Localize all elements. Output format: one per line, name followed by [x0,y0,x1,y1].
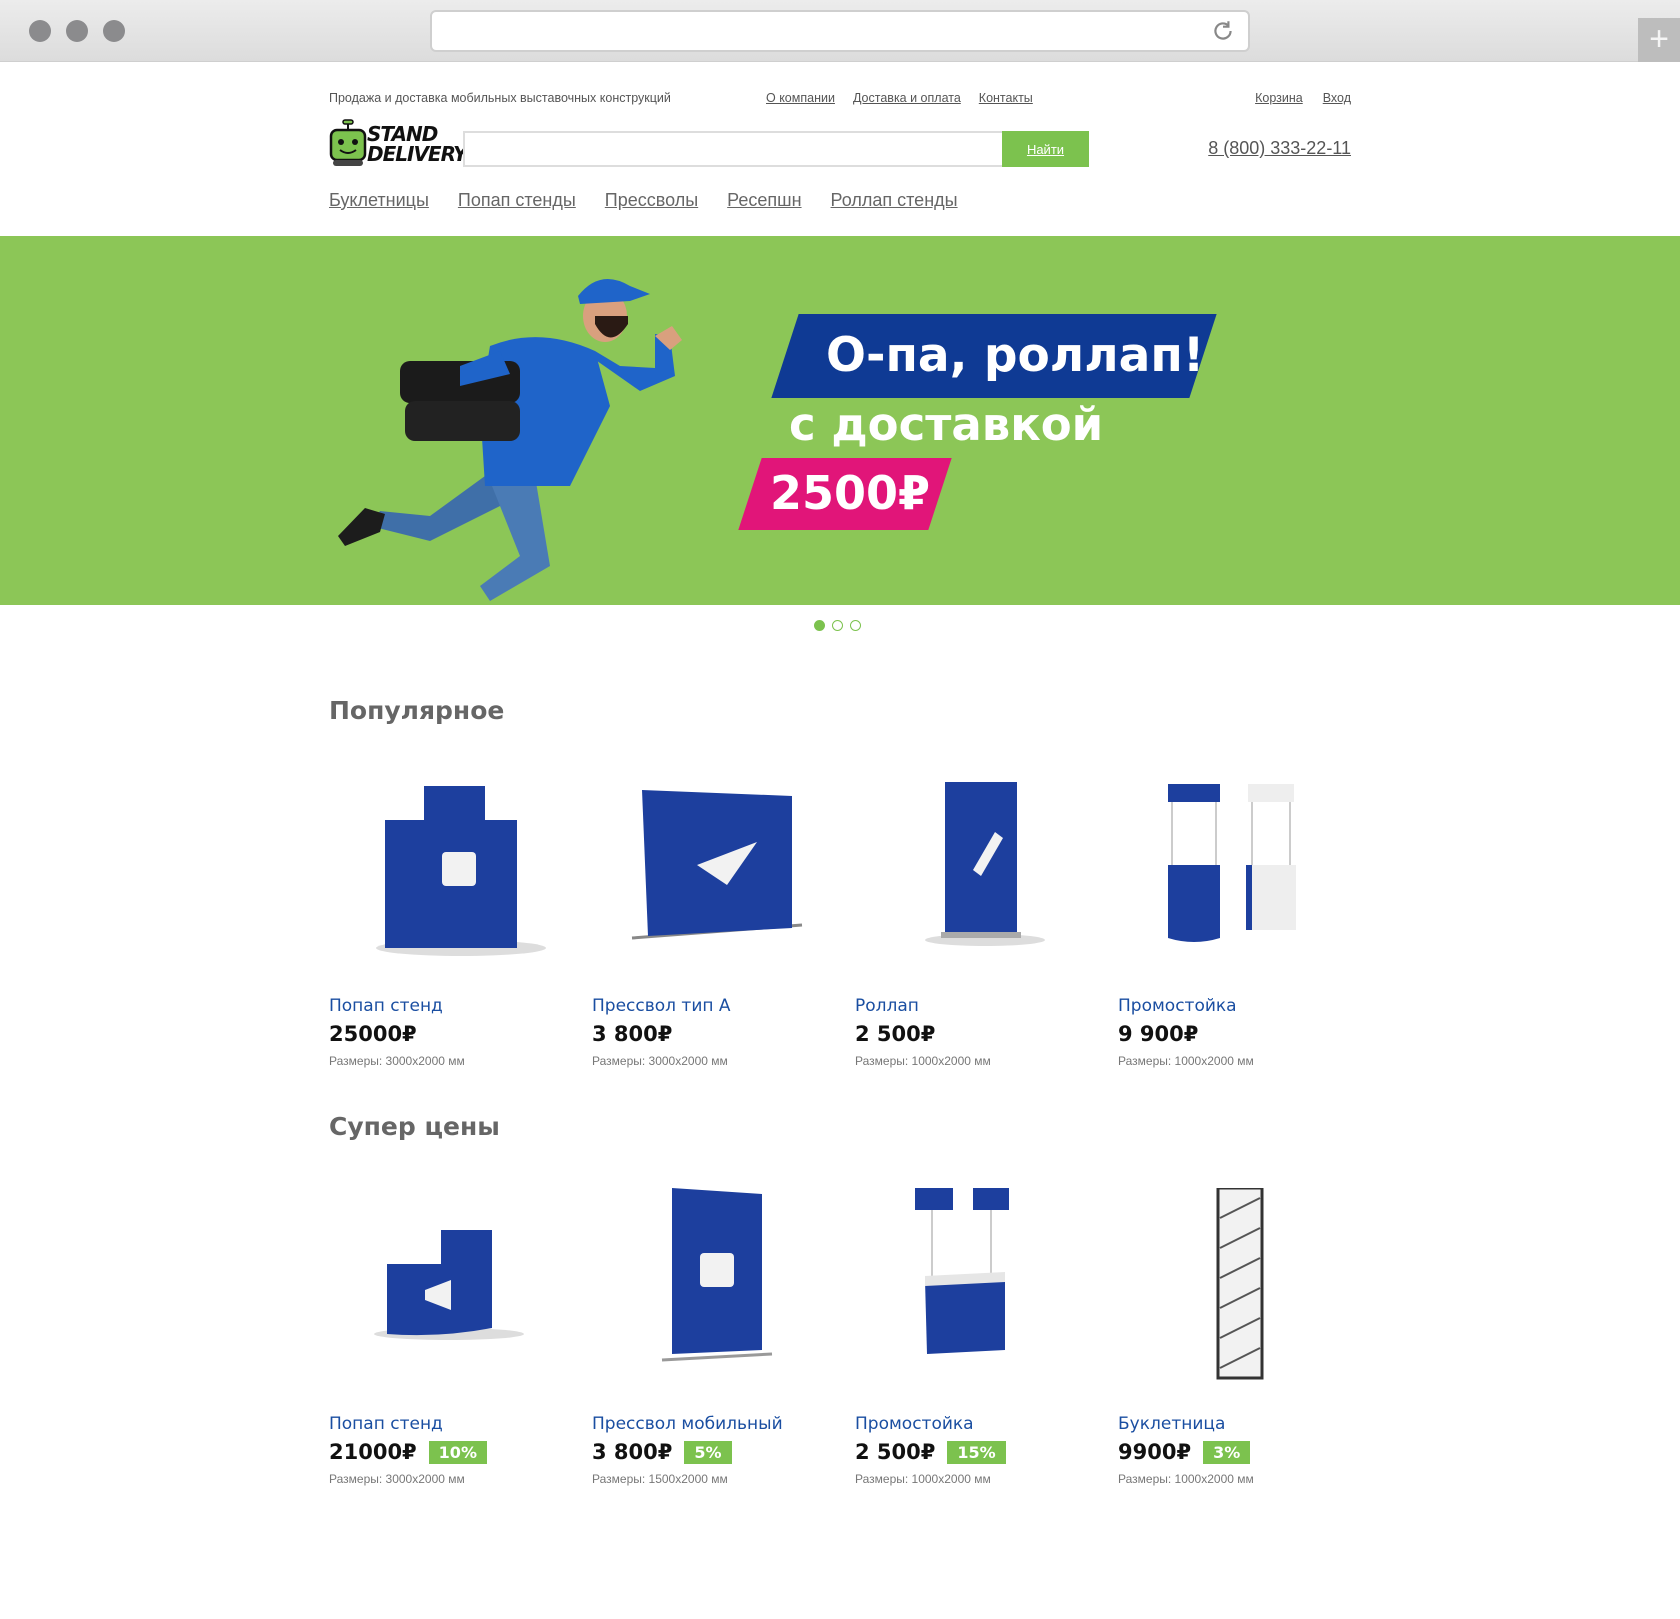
slider-pagination [814,620,861,631]
product-price: 3 800₽ [592,1440,673,1464]
site-tagline: Продажа и доставка мобильных выставочных… [329,91,671,105]
window-maximize-dot[interactable] [103,20,125,42]
search-form: Найти [463,131,1089,167]
slider-dot-3[interactable] [850,620,861,631]
product-name[interactable]: Буклетница [1118,1414,1381,1434]
product-dimensions: Размеры: 1000х2000 мм [855,1054,991,1068]
product-price: 21000₽ [329,1440,417,1464]
product-card[interactable]: Прессвол мобильный 3 800₽ 5% Размеры: 15… [592,1188,855,1486]
product-image[interactable] [329,1188,592,1388]
cube-icon [700,1253,734,1287]
search-input[interactable] [463,131,1002,167]
phone-link[interactable]: 8 (800) 333-22-11 [1208,138,1351,159]
category-link-rollup[interactable]: Роллап стенды [831,190,958,211]
hero-banner[interactable]: О-па, роллап! с доставкой 2500₽ [0,236,1680,605]
address-bar[interactable] [430,10,1250,52]
category-link-booklet[interactable]: Буклетницы [329,190,429,211]
product-card[interactable]: Роллап 2 500₽ Размеры: 1000х2000 мм [855,770,1118,1068]
product-card[interactable]: Промостойка 2 500₽ 15% Размеры: 1000х200… [855,1188,1118,1486]
logo-text-delivery: DELIVERY [367,142,468,166]
user-nav: Корзина Вход [1255,91,1351,105]
super-grid: Попап стенд 21000₽ 10% Размеры: 3000х200… [329,1186,1369,1486]
product-image[interactable] [329,770,592,970]
product-dimensions: Размеры: 3000х2000 мм [592,1054,728,1068]
product-image[interactable] [1118,1186,1381,1388]
product-dimensions: Размеры: 3000х2000 мм [329,1054,465,1068]
slider-dot-2[interactable] [832,620,843,631]
product-dimensions: Размеры: 1000х2000 мм [855,1472,991,1486]
product-price: 9 900₽ [1118,1022,1199,1046]
cart-link[interactable]: Корзина [1255,91,1303,105]
product-image[interactable] [592,1188,855,1388]
product-price: 25000₽ [329,1022,417,1046]
category-link-presswall[interactable]: Прессволы [605,190,698,211]
section-title-popular: Популярное [329,696,505,725]
window-minimize-dot[interactable] [66,20,88,42]
hero-subline: с доставкой [789,398,1104,451]
reload-icon[interactable] [1210,18,1236,44]
product-card[interactable]: Промостойка 9 900₽ Размеры: 1000х2000 мм [1118,770,1381,1068]
logo-text-stand: STAND [367,122,438,146]
product-price: 2 500₽ [855,1022,936,1046]
courier-runner-illustration [338,278,682,601]
top-link-delivery[interactable]: Доставка и оплата [853,91,961,105]
promo-counter-icon [915,1188,1009,1354]
new-tab-button[interactable]: + [1638,18,1680,62]
popular-grid: Попап стенд 25000₽ Размеры: 3000х2000 мм… [329,770,1369,1068]
product-card[interactable]: Попап стенд 21000₽ 10% Размеры: 3000х200… [329,1188,592,1486]
top-link-about[interactable]: О компании [766,91,835,105]
product-name[interactable]: Попап стенд [329,996,592,1016]
product-card[interactable]: Попап стенд 25000₽ Размеры: 3000х2000 мм [329,770,592,1068]
product-price: 2 500₽ [855,1440,936,1464]
cube-icon [442,852,476,886]
hero-price: 2500₽ [770,466,931,520]
product-name[interactable]: Промостойка [855,1414,1118,1434]
discount-badge: 10% [428,1440,487,1464]
product-card[interactable]: Прессвол тип А 3 800₽ Размеры: 3000х2000… [592,770,855,1068]
category-link-reception[interactable]: Ресепшн [727,190,801,211]
login-link[interactable]: Вход [1323,91,1351,105]
product-image[interactable] [1118,770,1381,970]
category-nav: Буклетницы Попап стенды Прессволы Ресепш… [329,190,958,211]
product-image[interactable] [855,1188,1118,1388]
product-name[interactable]: Прессвол тип А [592,996,855,1016]
slider-dot-1[interactable] [814,620,825,631]
top-nav: О компании Доставка и оплата Контакты [766,91,1033,105]
search-button[interactable]: Найти [1002,131,1089,167]
product-image[interactable] [855,770,1118,970]
product-name[interactable]: Попап стенд [329,1414,592,1434]
product-dimensions: Размеры: 1000х2000 мм [1118,1054,1254,1068]
site-logo[interactable]: STAND DELIVERY [329,118,468,176]
discount-badge: 3% [1203,1440,1251,1464]
product-name[interactable]: Роллап [855,996,1118,1016]
product-dimensions: Размеры: 1500х2000 мм [592,1472,728,1486]
product-dimensions: Размеры: 1000х2000 мм [1118,1472,1254,1486]
product-image[interactable] [592,770,855,970]
window-close-dot[interactable] [29,20,51,42]
product-dimensions: Размеры: 3000х2000 мм [329,1472,465,1486]
promo-counter-icon [1168,784,1296,942]
product-name[interactable]: Промостойка [1118,996,1381,1016]
product-price: 9900₽ [1118,1440,1192,1464]
product-price: 3 800₽ [592,1022,673,1046]
hero-headline: О-па, роллап! [826,328,1205,383]
discount-badge: 5% [684,1440,732,1464]
top-link-contacts[interactable]: Контакты [979,91,1033,105]
category-link-popup[interactable]: Попап стенды [458,190,576,211]
product-name[interactable]: Прессвол мобильный [592,1414,855,1434]
brochure-stand-icon [1216,1186,1264,1380]
product-card[interactable]: Буклетница 9900₽ 3% Размеры: 1000х2000 м… [1118,1186,1381,1486]
section-title-super: Супер цены [329,1112,500,1141]
browser-chrome: + [0,0,1680,62]
discount-badge: 15% [947,1440,1006,1464]
